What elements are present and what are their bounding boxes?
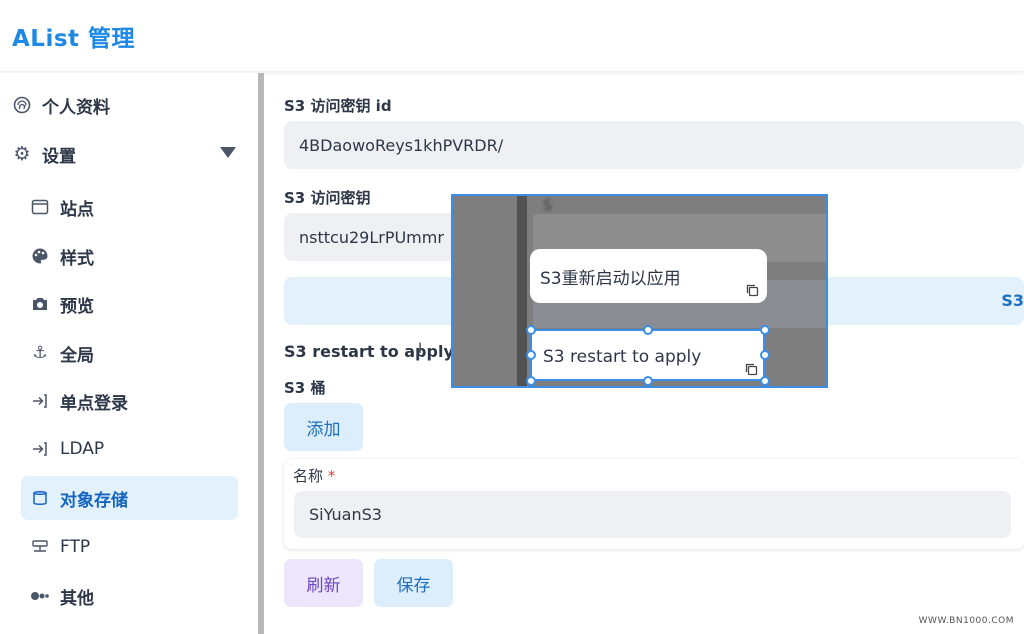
sidebar-item-label: 站点 — [60, 199, 94, 220]
gear-icon: ⚙ — [13, 143, 31, 165]
login-icon — [30, 439, 50, 459]
resize-handle[interactable] — [760, 325, 770, 335]
translation-bubble-text: S3重新启动以应用 — [540, 268, 681, 289]
popup-blurred-label: S — [543, 198, 552, 214]
sidebar-divider[interactable] — [258, 73, 264, 634]
login-icon — [30, 391, 50, 411]
fingerprint-icon — [12, 95, 32, 115]
bucket-label: S3 桶 — [284, 379, 326, 397]
sidebar-item-label: LDAP — [60, 439, 105, 459]
text-cursor-icon: I — [418, 341, 423, 357]
chevron-down-icon[interactable] — [220, 147, 236, 158]
refresh-button[interactable]: 刷新 — [284, 559, 363, 607]
anchor-icon: ⚓ — [32, 343, 48, 363]
palette-icon — [30, 246, 50, 266]
sidebar-item-label: 对象存储 — [60, 490, 128, 511]
name-label: 名称 * — [293, 465, 335, 486]
sidebar-item-profile[interactable]: 个人资料 — [12, 83, 110, 127]
server-icon — [30, 537, 50, 557]
sidebar-item-other[interactable]: 其他 — [30, 574, 94, 618]
resize-handle[interactable] — [526, 350, 536, 360]
resize-handle[interactable] — [760, 350, 770, 360]
resize-handle[interactable] — [526, 325, 536, 335]
sidebar-item-preview[interactable]: 预览 — [30, 282, 94, 326]
sidebar-item-label: 设置 — [42, 146, 76, 167]
save-button[interactable]: 保存 — [374, 559, 453, 607]
sidebar-item-settings[interactable]: ⚙ 设置 — [12, 132, 76, 176]
copy-icon[interactable] — [746, 284, 759, 297]
selected-text-box[interactable]: S3 restart to apply — [530, 329, 765, 381]
sidebar-item-label: 预览 — [60, 296, 94, 317]
watermark: WWW.BN1000.COM — [918, 616, 1014, 626]
window-icon — [30, 197, 50, 217]
sidebar-item-object-storage[interactable]: 对象存储 — [21, 476, 238, 520]
app-title[interactable]: AList 管理 — [12, 19, 135, 53]
sidebar-item-label: 全局 — [60, 345, 94, 366]
resize-handle[interactable] — [760, 376, 770, 386]
camera-icon — [30, 294, 50, 314]
secret-key-label: S3 访问密钥 — [284, 189, 371, 207]
toggle-icon — [30, 586, 50, 606]
name-label-text: 名称 — [293, 467, 324, 485]
name-input[interactable]: SiYuanS3 — [294, 491, 1011, 538]
database-icon — [30, 488, 50, 508]
sidebar-item-ldap[interactable]: LDAP — [30, 427, 104, 471]
restart-hint-text: S3 restart to apply — [284, 342, 454, 361]
translation-bubble-zh[interactable]: S3重新启动以应用 — [530, 249, 767, 303]
resize-handle[interactable] — [643, 325, 653, 335]
add-button[interactable]: 添加 — [284, 403, 363, 451]
resize-handle[interactable] — [526, 376, 536, 386]
access-key-id-input[interactable]: 4BDaowoReys1khPVRDR/ — [284, 121, 1024, 169]
sidebar-item-label: 个人资料 — [42, 97, 110, 118]
sidebar-item-label: 样式 — [60, 248, 94, 269]
required-mark: * — [327, 467, 336, 485]
sidebar-item-label: FTP — [60, 537, 91, 557]
sidebar-item-label: 单点登录 — [60, 393, 128, 414]
access-key-id-label: S3 访问密钥 id — [284, 97, 392, 115]
sidebar-item-label: 其他 — [60, 588, 94, 609]
sidebar-item-ftp[interactable]: FTP — [30, 525, 90, 569]
popup-divider — [517, 196, 527, 386]
sidebar-item-global[interactable]: ⚓ 全局 — [30, 331, 94, 375]
sidebar-item-sso[interactable]: 单点登录 — [30, 379, 128, 423]
info-bar-text: S3 — [1001, 291, 1024, 310]
selected-text: S3 restart to apply — [543, 347, 702, 367]
resize-handle[interactable] — [643, 376, 653, 386]
app-header: AList 管理 — [0, 0, 1024, 72]
sidebar-item-style[interactable]: 样式 — [30, 234, 94, 278]
sidebar-item-site[interactable]: 站点 — [30, 185, 94, 229]
copy-icon[interactable] — [745, 363, 758, 376]
